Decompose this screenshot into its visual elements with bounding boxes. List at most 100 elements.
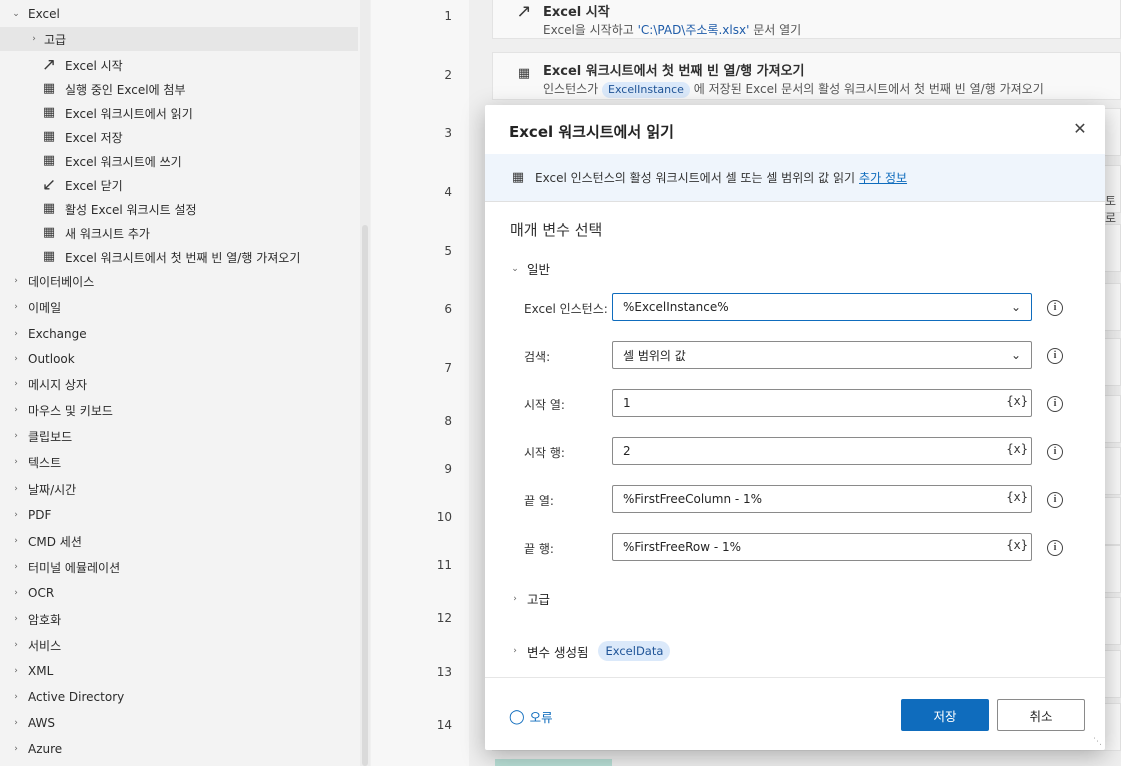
action-item[interactable]: ▦ 실행 중인 Excel에 첨부: [0, 77, 358, 101]
tree-group[interactable]: › PDF: [0, 503, 358, 527]
line-number: 13: [436, 665, 452, 679]
action-item[interactable]: ▦ Excel 워크시트에 쓰기: [0, 149, 358, 173]
action-item[interactable]: ▦ Excel 워크시트에서 읽기: [0, 101, 358, 125]
tree-group[interactable]: › 암호화: [0, 607, 358, 631]
variable-picker-icon[interactable]: {x}: [1006, 490, 1028, 504]
tree-group[interactable]: › AWS: [0, 711, 358, 735]
shield-icon: ◯: [509, 708, 525, 725]
tree-group[interactable]: › XML: [0, 659, 358, 683]
field-label-start-column: 시작 열:: [524, 398, 565, 412]
action-label: 실행 중인 Excel에 첨부: [65, 82, 186, 97]
info-icon[interactable]: i: [1047, 540, 1063, 556]
tree-group-label: 날짜/시간: [28, 482, 77, 497]
chevron-right-icon: ›: [14, 405, 18, 415]
info-icon[interactable]: i: [1047, 396, 1063, 412]
cancel-button[interactable]: 취소: [997, 699, 1085, 731]
excel-instance-dropdown[interactable]: %ExcelInstance% ⌄: [612, 293, 1032, 321]
line-number: 11: [436, 558, 452, 572]
tree-subgroup-advanced[interactable]: › 고급: [0, 27, 358, 51]
tree-group-label: PDF: [28, 508, 52, 522]
action-item[interactable]: ▦ Excel 저장: [0, 125, 358, 149]
variable-pill[interactable]: ExcelData: [598, 641, 671, 661]
start-row-input[interactable]: 2 {x}: [612, 437, 1032, 465]
info-icon[interactable]: i: [1047, 444, 1063, 460]
variable-picker-icon[interactable]: {x}: [1006, 442, 1028, 456]
chevron-right-icon: ›: [14, 614, 18, 624]
actions-scrollbar-thumb[interactable]: [362, 225, 368, 766]
info-icon[interactable]: i: [1047, 300, 1063, 316]
tree-group[interactable]: › 클립보드: [0, 424, 358, 448]
tree-group[interactable]: › Exchange: [0, 322, 358, 346]
step-description: 인스턴스가 ExcelInstance 에 저장된 Excel 문서의 활성 워…: [543, 82, 1044, 98]
tree-group[interactable]: › 마우스 및 키보드: [0, 398, 358, 422]
info-icon[interactable]: i: [1047, 492, 1063, 508]
action-label: Excel 저장: [65, 130, 123, 145]
tree-group-excel[interactable]: ⌄ Excel: [0, 2, 358, 26]
tree-group[interactable]: › 이메일: [0, 295, 358, 319]
more-info-link[interactable]: 추가 정보: [859, 169, 907, 186]
tree-group[interactable]: › Active Directory: [0, 685, 358, 709]
field-label-retrieve: 검색:: [524, 350, 551, 364]
chevron-down-icon: ⌄: [12, 9, 20, 19]
tree-group[interactable]: › 메시지 상자: [0, 372, 358, 396]
field-label-excel-instance: Excel 인스턴스:: [524, 302, 608, 316]
retrieve-dropdown[interactable]: 셀 범위의 값 ⌄: [612, 341, 1032, 369]
chevron-right-icon: ›: [14, 457, 18, 467]
action-label: 새 워크시트 추가: [65, 226, 150, 241]
close-icon[interactable]: ✕: [1071, 120, 1089, 138]
chevron-right-icon: ›: [14, 329, 18, 339]
action-item[interactable]: ▦ Excel 워크시트에서 첫 번째 빈 열/행 가져오기: [0, 245, 358, 269]
action-item[interactable]: ▦ 새 워크시트 추가: [0, 221, 358, 245]
tree-group-label: CMD 세션: [28, 534, 82, 549]
save-button[interactable]: 저장: [901, 699, 989, 731]
tree-group-label: AWS: [28, 716, 56, 730]
tree-group[interactable]: › 텍스트: [0, 450, 358, 474]
action-label: 활성 Excel 워크시트 설정: [65, 202, 197, 217]
tree-group-label: Outlook: [28, 352, 75, 366]
tree-group[interactable]: › OCR: [0, 581, 358, 605]
actions-panel: ⌄ Excel › 고급 ↗ Excel 시작 ▦ 실행 중인 Excel에 첨부 ▦ E…: [0, 0, 370, 766]
chevron-right-icon: ›: [14, 484, 18, 494]
tree-group[interactable]: › 서비스: [0, 633, 358, 657]
info-icon[interactable]: i: [1047, 348, 1063, 364]
line-number: 2: [444, 68, 452, 82]
excel-sheet-icon: ▦: [42, 201, 56, 216]
resize-grip-icon[interactable]: ⋱: [1093, 737, 1102, 747]
step-partial-text: 토로: [1105, 194, 1117, 225]
action-item[interactable]: ↙ Excel 닫기: [0, 173, 358, 197]
tree-group[interactable]: › 데이터베이스: [0, 269, 358, 293]
group-toggle-variables-produced[interactable]: › 변수 생성됨 ExcelData: [511, 641, 671, 661]
group-toggle-advanced[interactable]: › 고급: [511, 589, 550, 608]
action-item[interactable]: ↗ Excel 시작: [0, 53, 358, 77]
start-column-input[interactable]: 1 {x}: [612, 389, 1032, 417]
tree-group-label: 데이터베이스: [28, 274, 95, 289]
line-number: 10: [436, 510, 452, 524]
action-item[interactable]: ▦ 활성 Excel 워크시트 설정: [0, 197, 358, 221]
flow-step-get-first-free[interactable]: ▦ Excel 워크시트에서 첫 번째 빈 열/행 가져오기 인스턴스가 Exc…: [492, 52, 1121, 100]
tree-group[interactable]: › 터미널 에뮬레이션: [0, 555, 358, 579]
variable-picker-icon[interactable]: {x}: [1006, 394, 1028, 408]
input-value: 1: [623, 396, 631, 410]
group-toggle-general[interactable]: ⌄ 일반: [511, 259, 550, 278]
end-column-input[interactable]: %FirstFreeColumn - 1% {x}: [612, 485, 1032, 513]
end-row-input[interactable]: %FirstFreeRow - 1% {x}: [612, 533, 1032, 561]
tree-group[interactable]: › 날짜/시간: [0, 477, 358, 501]
tree-group[interactable]: › Outlook: [0, 347, 358, 371]
dialog-info-bar: ▦ Excel 인스턴스의 활성 워크시트에서 셀 또는 셀 범위의 값 읽기 …: [485, 154, 1105, 202]
tree-group-label: 텍스트: [28, 455, 62, 470]
flow-step-excel-launch[interactable]: ↗ Excel 시작 Excel을 시작하고 'C:\PAD\주소록.xlsx'…: [492, 0, 1121, 39]
line-number: 14: [436, 718, 452, 732]
action-label: Excel 시작: [65, 58, 123, 73]
line-number: 12: [436, 611, 452, 625]
errors-link[interactable]: ◯ 오류: [509, 707, 553, 726]
excel-sheet-icon: ▦: [517, 66, 531, 81]
group-label: 일반: [527, 262, 551, 277]
tree-group[interactable]: › CMD 세션: [0, 529, 358, 553]
arrow-up-right-icon: ↗: [516, 1, 532, 22]
tree-group[interactable]: › Azure: [0, 737, 358, 761]
input-value: %FirstFreeColumn - 1%: [623, 492, 763, 506]
tree-group-label: 서비스: [28, 638, 62, 653]
line-number: 9: [444, 462, 452, 476]
chevron-down-icon: ⌄: [1010, 300, 1022, 314]
variable-picker-icon[interactable]: {x}: [1006, 538, 1028, 552]
